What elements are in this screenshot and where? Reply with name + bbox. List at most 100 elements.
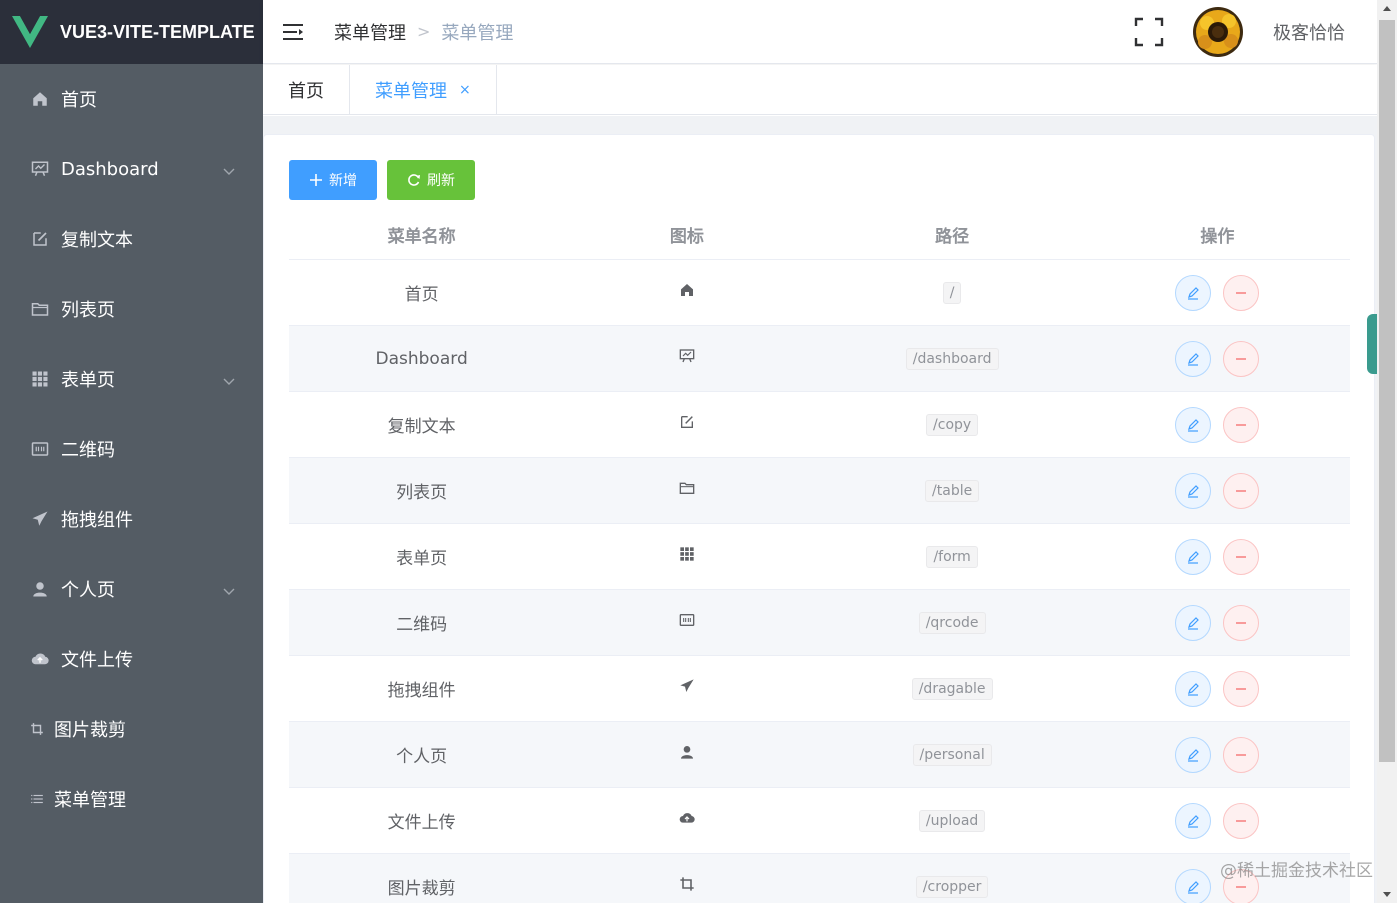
edit-button[interactable] xyxy=(1175,802,1212,839)
sidebar-item-send[interactable]: 拖拽组件 xyxy=(0,484,263,554)
actions-cell xyxy=(1085,736,1350,773)
table-row: 首页 / xyxy=(289,260,1350,326)
chevron-down-icon xyxy=(223,371,235,385)
column-header: 路径 xyxy=(935,227,970,247)
edit-button[interactable] xyxy=(1175,538,1212,575)
username[interactable]: 极客恰恰 xyxy=(1273,19,1345,45)
edit-button[interactable] xyxy=(1175,472,1212,509)
hamburger-icon[interactable] xyxy=(283,23,305,41)
upload-icon xyxy=(679,810,695,831)
chevron-down-icon xyxy=(223,161,235,175)
minus-icon xyxy=(1236,291,1247,294)
edit-button[interactable] xyxy=(1175,736,1212,773)
menu-name-cell: 首页 xyxy=(404,285,439,305)
delete-button[interactable] xyxy=(1223,802,1260,839)
grid-icon xyxy=(679,546,695,567)
edit-button[interactable] xyxy=(1175,406,1212,443)
dashboard-icon xyxy=(679,348,695,369)
sidebar-item-dashboard[interactable]: Dashboard xyxy=(0,134,263,204)
sidebar-item-label: 图片裁剪 xyxy=(54,720,126,741)
add-button[interactable]: 新增 xyxy=(289,160,377,200)
chevron-down-icon xyxy=(223,581,235,595)
edit-button[interactable] xyxy=(1175,274,1212,311)
sidebar-item-upload[interactable]: 文件上传 xyxy=(0,624,263,694)
menu-name-cell: 复制文本 xyxy=(387,417,456,437)
logo[interactable]: VUE3-VITE-TEMPLATE xyxy=(0,0,263,64)
delete-button[interactable] xyxy=(1223,736,1260,773)
scroll-thumb[interactable] xyxy=(1379,20,1395,762)
menu-path-cell: /table xyxy=(820,479,1085,502)
edit-button[interactable] xyxy=(1175,868,1212,903)
sidebar-item-home[interactable]: 首页 xyxy=(0,64,263,134)
upload-icon xyxy=(30,649,50,669)
scroll-down-icon[interactable] xyxy=(1377,886,1397,903)
table-row: 列表页/table xyxy=(289,458,1350,524)
menu-name-cell: 列表页 xyxy=(396,483,448,503)
refresh-button[interactable]: 刷新 xyxy=(387,160,475,200)
breadcrumb-current: 菜单管理 xyxy=(441,22,514,44)
delete-button[interactable] xyxy=(1223,406,1260,443)
minus-icon xyxy=(1236,357,1247,360)
sidebar-item-grid[interactable]: 表单页 xyxy=(0,344,263,414)
sidebar-menu: 首页 Dashboard 复制文本列表页表单页二维码拖拽组件个人页 文件上传图片裁剪菜… xyxy=(0,64,263,834)
menu-icon xyxy=(30,789,44,809)
actions-cell xyxy=(1085,604,1350,641)
menu-icon-cell xyxy=(554,744,819,765)
menu-name-cell: 二维码 xyxy=(396,615,448,635)
sidebar-item-user[interactable]: 个人页 xyxy=(0,554,263,624)
sidebar-item-label: 菜单管理 xyxy=(54,790,126,811)
table-row: 二维码/qrcode xyxy=(289,590,1350,656)
sidebar-item-label: 拖拽组件 xyxy=(61,510,133,531)
delete-button[interactable] xyxy=(1223,604,1260,641)
delete-button[interactable] xyxy=(1223,538,1260,575)
menu-path-cell: /copy xyxy=(820,413,1085,436)
minus-icon xyxy=(1236,819,1247,822)
minus-icon xyxy=(1236,489,1247,492)
sidebar-item-folder[interactable]: 列表页 xyxy=(0,274,263,344)
tag-close-icon[interactable]: × xyxy=(459,82,471,98)
sidebar-item-label: 列表页 xyxy=(61,300,115,321)
sidebar-item-label: 二维码 xyxy=(61,440,115,461)
table-header: 菜单名称 图标 路径 操作 xyxy=(289,210,1350,260)
sidebar-item-menu[interactable]: 菜单管理 xyxy=(0,764,263,834)
menu-path-cell: /qrcode xyxy=(820,611,1085,634)
sidebar-item-edit[interactable]: 复制文本 xyxy=(0,204,263,274)
scrollbar[interactable] xyxy=(1377,0,1397,903)
breadcrumb-item[interactable]: 菜单管理 xyxy=(334,19,406,45)
path-tag: /cropper xyxy=(915,875,989,898)
pencil-icon xyxy=(1188,748,1200,762)
actions-cell xyxy=(1085,670,1350,707)
scroll-up-icon[interactable] xyxy=(1377,0,1397,17)
delete-button[interactable] xyxy=(1223,274,1260,311)
menu-path-cell: /upload xyxy=(820,809,1085,832)
actions-cell xyxy=(1085,406,1350,443)
minus-icon xyxy=(1236,687,1247,690)
pencil-icon xyxy=(1188,682,1200,696)
edit-button[interactable] xyxy=(1175,340,1212,377)
side-drawer-handle[interactable] xyxy=(1367,314,1377,374)
delete-button[interactable] xyxy=(1223,340,1260,377)
avatar[interactable] xyxy=(1193,7,1243,57)
delete-button[interactable] xyxy=(1223,472,1260,509)
fullscreen-icon[interactable] xyxy=(1134,17,1164,47)
crop-icon xyxy=(679,876,695,897)
menu-name-cell: 个人页 xyxy=(396,747,448,767)
plus-icon xyxy=(310,174,322,186)
actions-cell xyxy=(1085,472,1350,509)
send-icon xyxy=(30,509,50,529)
menu-icon-cell xyxy=(554,348,819,369)
tag-menu-management[interactable]: 菜单管理 × xyxy=(350,65,497,115)
tags-view: 首页 菜单管理 × xyxy=(263,65,1377,115)
pencil-icon xyxy=(1188,418,1200,432)
table-row: 复制文本/copy xyxy=(289,392,1350,458)
sidebar-item-crop[interactable]: 图片裁剪 xyxy=(0,694,263,764)
home-icon xyxy=(30,89,50,109)
edit-button[interactable] xyxy=(1175,604,1212,641)
pencil-icon xyxy=(1188,814,1200,828)
menu-table: 菜单名称 图标 路径 操作 首页 / Dashboard/dashboard 复制文本… xyxy=(289,210,1350,903)
edit-button[interactable] xyxy=(1175,670,1212,707)
delete-button[interactable] xyxy=(1223,670,1260,707)
tag-home[interactable]: 首页 xyxy=(263,65,350,115)
sidebar-item-qrcode[interactable]: 二维码 xyxy=(0,414,263,484)
path-tag: /table xyxy=(925,479,980,502)
